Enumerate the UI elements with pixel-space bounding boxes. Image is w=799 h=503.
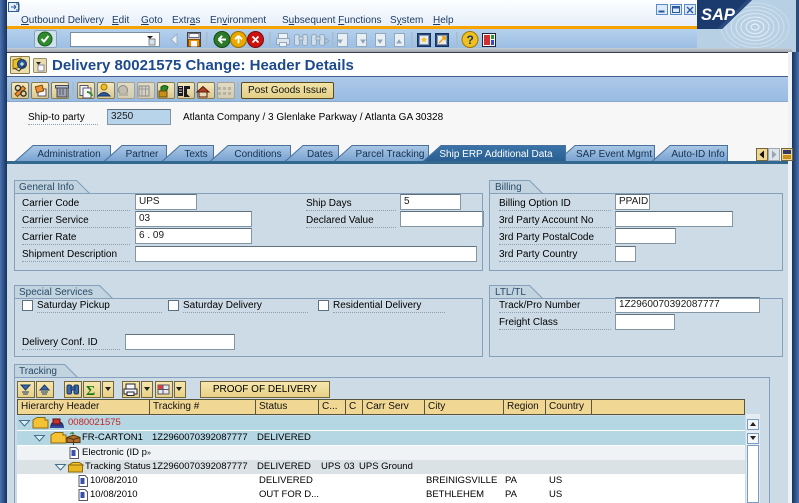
svg-text:Ship ERP Additional Data: Ship ERP Additional Data xyxy=(439,149,553,160)
svg-text:Auto-ID Info: Auto-ID Info xyxy=(671,149,725,160)
svg-text:Parcel Tracking: Parcel Tracking xyxy=(356,149,425,160)
svg-text:?: ? xyxy=(467,33,474,47)
svg-text:Dates: Dates xyxy=(307,149,333,160)
svg-text:Σ: Σ xyxy=(86,384,95,398)
svg-text:SAP: SAP xyxy=(701,6,736,24)
svg-text:Administration: Administration xyxy=(37,149,100,160)
svg-text:Conditions: Conditions xyxy=(234,149,281,160)
svg-text:Texts: Texts xyxy=(184,149,207,160)
svg-text:Partner: Partner xyxy=(126,149,159,160)
svg-text:SAP Event Mgmt: SAP Event Mgmt xyxy=(576,149,652,160)
